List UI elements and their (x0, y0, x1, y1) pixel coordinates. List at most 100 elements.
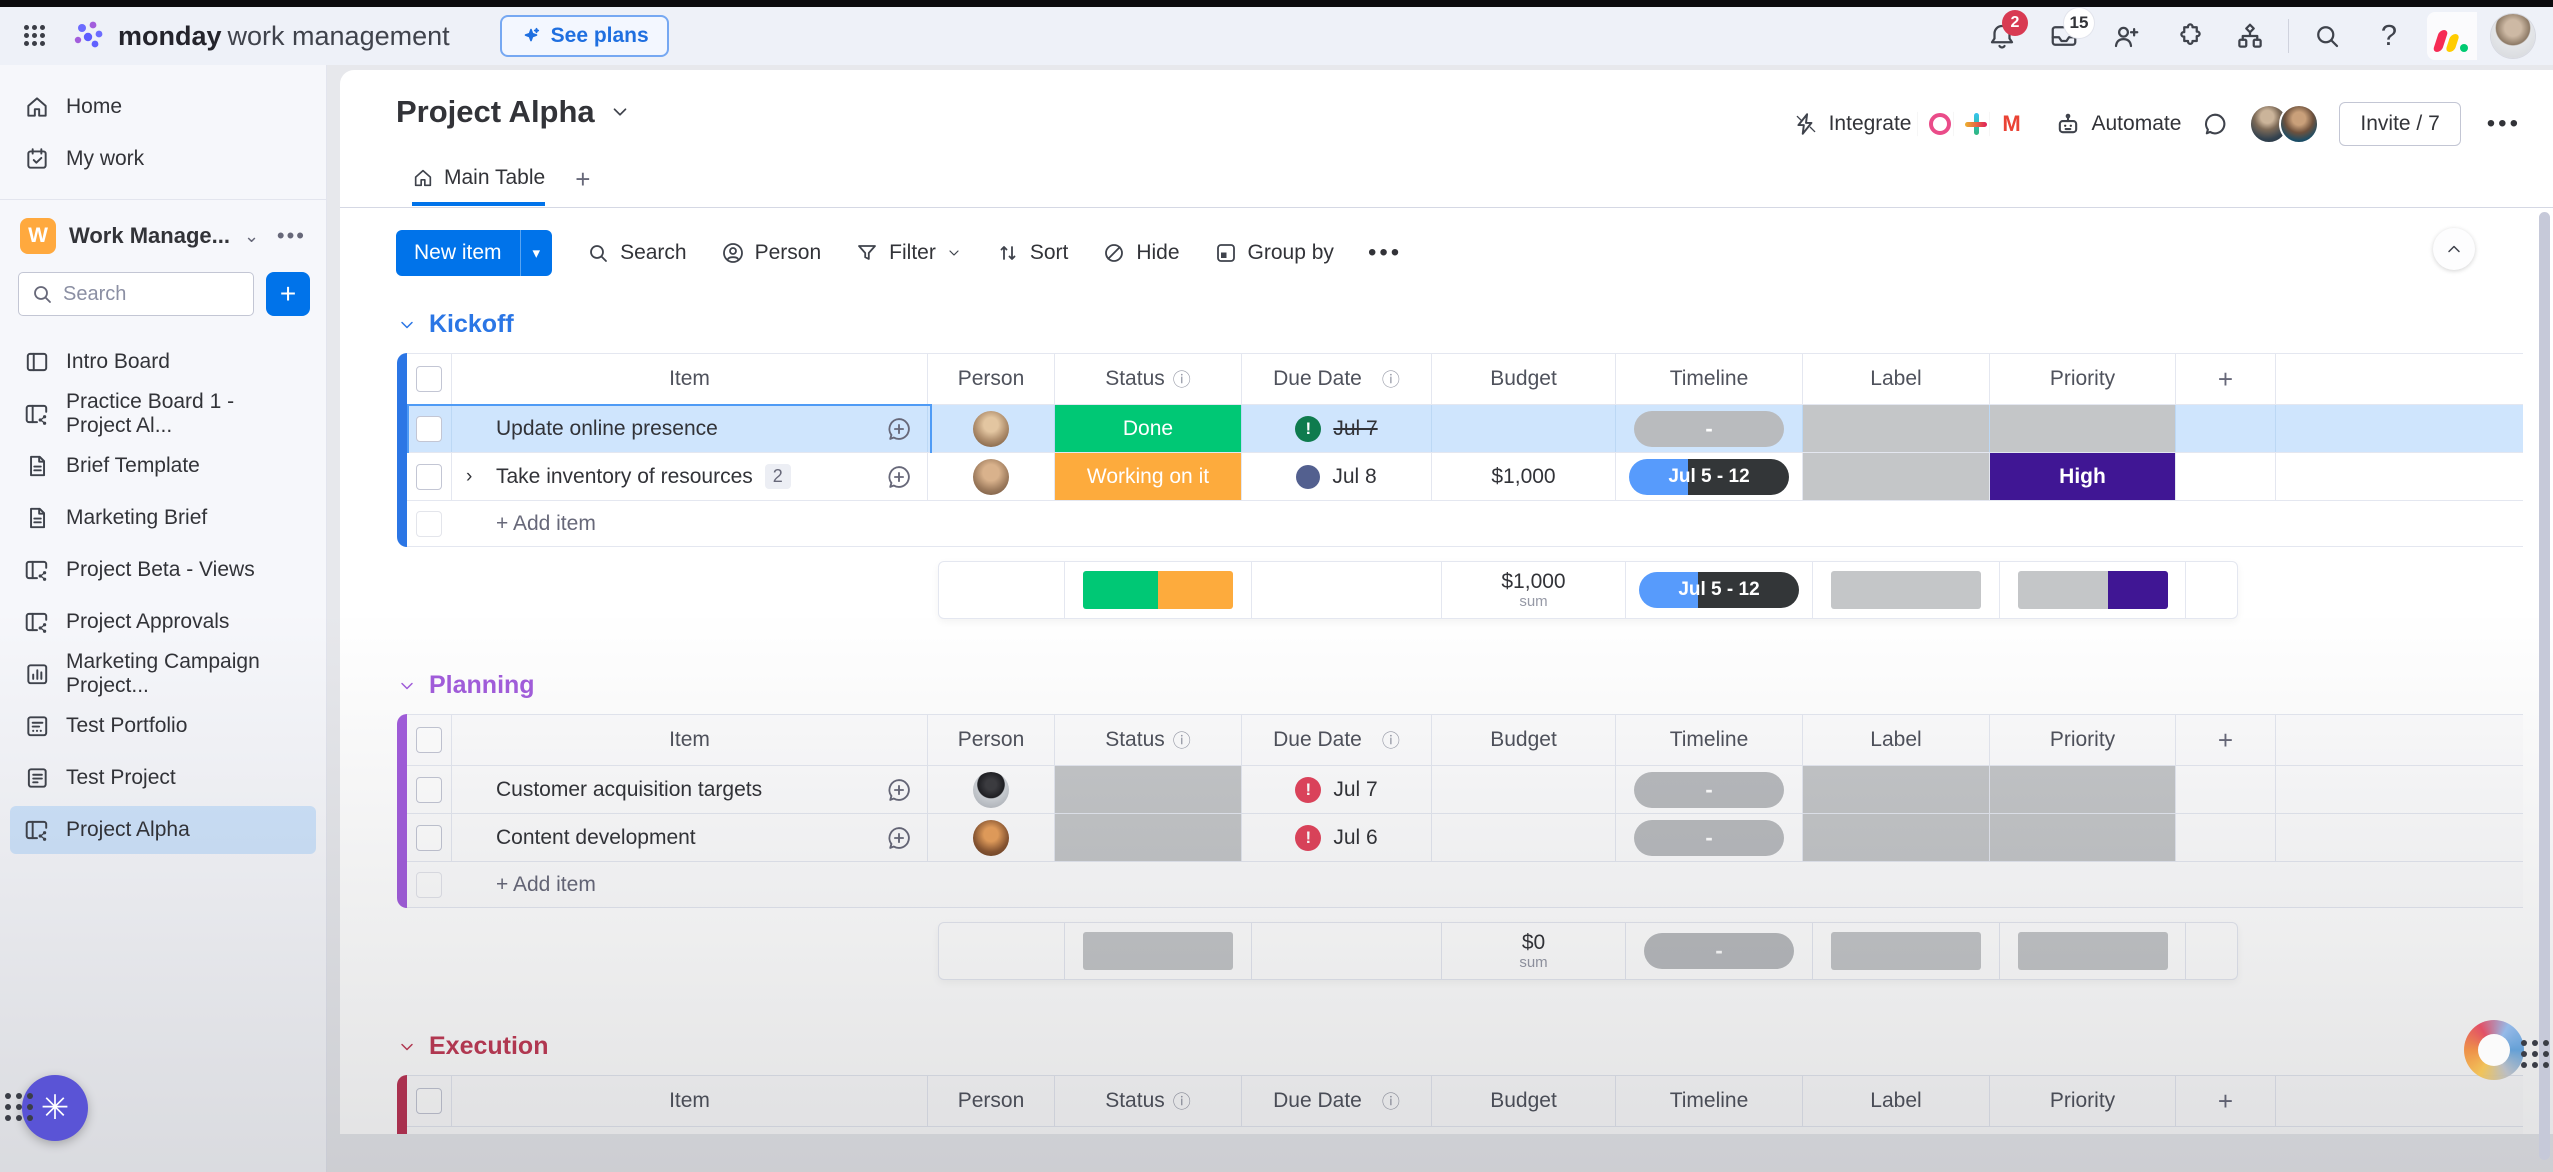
see-plans-button[interactable]: See plans (500, 15, 669, 57)
column-timeline[interactable]: Timeline (1616, 715, 1803, 765)
group-planning-title[interactable]: Planning (397, 671, 2523, 700)
person-avatar[interactable] (973, 772, 1009, 808)
filter-button[interactable]: Filter (855, 241, 962, 265)
column-person[interactable]: Person (928, 1076, 1055, 1126)
sidebar-item-test-portfolio[interactable]: Test Portfolio (10, 702, 316, 750)
column-timeline[interactable]: Timeline (1616, 1076, 1803, 1126)
timeline-cell[interactable]: - (1616, 814, 1803, 861)
status-cell[interactable] (1055, 814, 1242, 861)
sidebar-item-project-alpha[interactable]: Project Alpha (10, 806, 316, 854)
sidebar-item-practice-board-1[interactable]: Practice Board 1 - Project Al... (10, 390, 316, 438)
add-view-button[interactable]: + (575, 164, 590, 207)
invite-members-button[interactable] (2102, 12, 2150, 60)
column-priority[interactable]: Priority (1990, 354, 2176, 404)
add-item-row[interactable]: + Add item (407, 501, 2523, 547)
priority-cell[interactable] (1990, 766, 2176, 813)
column-budget[interactable]: Budget (1432, 1076, 1616, 1126)
expand-subitems-icon[interactable]: › (466, 466, 472, 488)
priority-cell[interactable]: High (1990, 453, 2176, 500)
add-item-label[interactable]: + Add item (452, 512, 596, 536)
inbox-button[interactable]: 15 (2040, 12, 2088, 60)
label-cell[interactable] (1803, 814, 1990, 861)
sidebar-item-project-approvals[interactable]: Project Approvals (10, 598, 316, 646)
status-cell[interactable] (1055, 766, 1242, 813)
sidebar-item-home[interactable]: Home (10, 83, 316, 131)
column-budget[interactable]: Budget (1432, 715, 1616, 765)
column-item[interactable]: Item (452, 1076, 928, 1126)
table-row[interactable]: Update online presence Done ! Jul 7 - (407, 405, 2523, 453)
row-checkbox[interactable] (416, 825, 442, 851)
global-search-button[interactable] (2303, 12, 2351, 60)
status-summary[interactable] (1065, 562, 1252, 618)
board-menu-button[interactable]: ••• (2481, 110, 2527, 138)
person-avatar[interactable] (973, 411, 1009, 447)
item-name[interactable]: Update online presence (452, 417, 718, 441)
add-conversation-icon[interactable] (885, 463, 913, 491)
due-date-cell[interactable]: ! Jul 7 (1242, 405, 1432, 452)
due-date-cell[interactable]: Jul 8 (1242, 453, 1432, 500)
invite-button[interactable]: Invite / 7 (2339, 102, 2460, 146)
sidebar-item-marketing-brief[interactable]: Marketing Brief (10, 494, 316, 542)
workspace-avatar[interactable]: W (20, 218, 56, 254)
person-filter-button[interactable]: Person (721, 241, 822, 265)
add-conversation-icon[interactable] (885, 415, 913, 443)
monday-logo[interactable]: mondaywork management (68, 16, 450, 56)
label-summary[interactable] (1813, 562, 2000, 618)
add-item-row[interactable]: + Add item (407, 1127, 2523, 1134)
automate-button[interactable]: Automate (2054, 110, 2182, 138)
column-timeline[interactable]: Timeline (1616, 354, 1803, 404)
help-button[interactable]: ? (2365, 12, 2413, 60)
row-checkbox[interactable] (416, 464, 442, 490)
products-switcher-button[interactable] (2226, 12, 2274, 60)
board-members[interactable] (2249, 104, 2319, 144)
user-avatar[interactable] (2491, 14, 2535, 58)
budget-cell[interactable]: $1,000 (1432, 453, 1616, 500)
budget-cell[interactable] (1432, 405, 1616, 452)
sidebar-item-brief-template[interactable]: Brief Template (10, 442, 316, 490)
column-person[interactable]: Person (928, 715, 1055, 765)
column-label[interactable]: Label (1803, 715, 1990, 765)
add-column-button[interactable]: + (2176, 1076, 2276, 1126)
column-label[interactable]: Label (1803, 354, 1990, 404)
column-person[interactable]: Person (928, 354, 1055, 404)
item-name[interactable]: Customer acquisition targets (452, 778, 762, 802)
board-chat-button[interactable] (2201, 110, 2229, 138)
due-date-cell[interactable]: ! Jul 7 (1242, 766, 1432, 813)
status-cell[interactable]: Working on it (1055, 453, 1242, 500)
due-date-cell[interactable]: ! Jul 6 (1242, 814, 1432, 861)
label-cell[interactable] (1803, 405, 1990, 452)
table-row[interactable]: Customer acquisition targets ! Jul 7 - (407, 766, 2523, 814)
select-all-checkbox[interactable] (416, 1088, 442, 1114)
add-item-label[interactable]: + Add item (452, 873, 596, 897)
timeline-cell[interactable]: - (1616, 766, 1803, 813)
sidebar-item-project-beta-views[interactable]: Project Beta - Views (10, 546, 316, 594)
board-title[interactable]: Project Alpha (396, 94, 631, 130)
column-priority[interactable]: Priority (1990, 715, 2176, 765)
add-board-button[interactable]: + (266, 272, 310, 316)
priority-summary[interactable] (2000, 923, 2186, 979)
add-conversation-icon[interactable] (885, 776, 913, 804)
table-row[interactable]: › Take inventory of resources 2 Working … (407, 453, 2523, 501)
sidebar-item-test-project[interactable]: Test Project (10, 754, 316, 802)
priority-summary[interactable] (2000, 562, 2186, 618)
new-item-button[interactable]: New item ▾ (396, 230, 552, 276)
hide-button[interactable]: Hide (1102, 241, 1179, 265)
column-item[interactable]: Item (452, 354, 928, 404)
sidebar-item-my-work[interactable]: My work (10, 135, 316, 183)
sort-button[interactable]: Sort (996, 241, 1069, 265)
gmail-app-icon[interactable]: M (1990, 100, 2034, 148)
budget-cell[interactable] (1432, 766, 1616, 813)
collapse-header-button[interactable] (2433, 228, 2475, 270)
column-due-date[interactable]: Due Dateⓘ (1242, 354, 1432, 404)
add-conversation-icon[interactable] (885, 824, 913, 852)
timeline-cell[interactable]: - (1616, 405, 1803, 452)
priority-cell[interactable] (1990, 405, 2176, 452)
select-all-checkbox[interactable] (416, 727, 442, 753)
label-summary[interactable] (1813, 923, 2000, 979)
label-cell[interactable] (1803, 453, 1990, 500)
integrate-button[interactable]: Integrate (1793, 111, 1912, 137)
item-name[interactable]: Content development (452, 826, 696, 850)
row-checkbox[interactable] (416, 777, 442, 803)
vertical-scrollbar[interactable] (2539, 212, 2550, 1160)
status-cell[interactable]: Done (1055, 405, 1242, 452)
